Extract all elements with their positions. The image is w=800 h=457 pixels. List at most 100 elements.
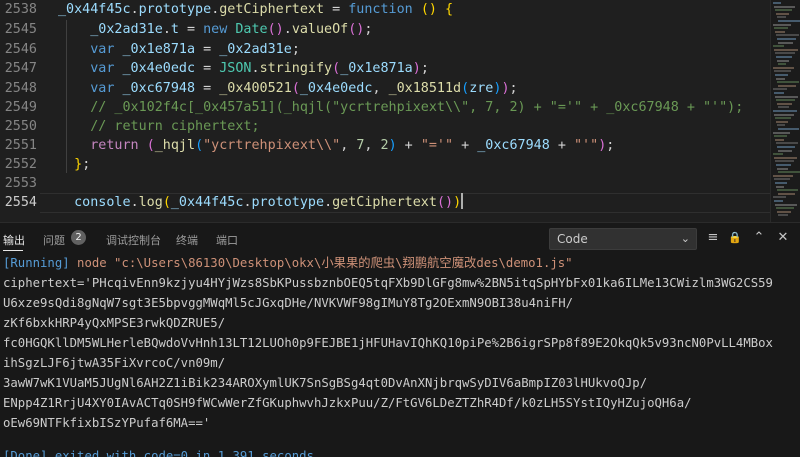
minimap-line [773,2,781,4]
line-number: 2548 [4,81,37,96]
panel-tab-bar: 输出 问题 2 调试控制台 终端 端口 Code ⌄ ≡ 🔒 ⌃ ✕ [0,223,800,253]
running-tag: [Running] [3,256,70,270]
minimap[interactable] [770,0,800,222]
minimap-line [774,156,797,159]
tab-problems[interactable]: 问题 [43,232,65,248]
output-line: ENpp4Z1RrjU4XY0IAvACTq0SH9fWCwWerZfGKuph… [3,396,692,410]
chevron-up-icon[interactable]: ⌃ [750,229,768,247]
code-line: 2551 return (_hqjl("ycrtrehpixext\\", 7,… [0,136,770,156]
minimap-line [774,135,787,138]
line-number: 2550 [4,119,37,134]
problems-count-badge: 2 [71,230,86,245]
code-text: // _0x102f4c[_0x457a51](_hqjl("ycrtrehpi… [90,100,744,115]
minimap-line [777,167,788,170]
minimap-line [776,77,785,80]
minimap-line [778,84,796,87]
minimap-line [773,45,784,48]
minimap-line [773,196,786,199]
minimap-line [778,192,795,195]
output-channel-select[interactable]: Code ⌄ [549,228,697,250]
output-line: oEw69NTFkfixbISzYPufaf6MA==' [3,416,211,430]
minimap-line [774,48,798,51]
code-line: 2538 _0x44f45c.prototype.getCiphertext = … [0,0,770,20]
minimap-line [774,200,783,202]
output-line: 3awW7wK1VUaM5JUgNl6AH2Z1iBik234AROXymlUK… [3,376,648,390]
minimap-line [774,178,790,181]
minimap-line [776,34,799,37]
line-number: 2554 [4,195,37,210]
code-text: return (_hqjl("ycrtrehpixext\\", 7, 2) +… [90,138,615,153]
minimap-line [775,117,791,120]
minimap-line [778,63,786,66]
output-view[interactable]: [Running] node "c:\Users\86130\Desktop\o… [0,253,800,457]
minimap-line [775,182,787,184]
minimap-line [774,113,794,116]
tab-output[interactable]: 输出 [3,232,25,248]
minimap-line [774,70,791,73]
bottom-panel: 输出 问题 2 调试控制台 终端 端口 Code ⌄ ≡ 🔒 ⌃ ✕ [Runn… [0,222,800,457]
minimap-line [773,131,790,134]
minimap-line [778,214,788,217]
minimap-line [777,59,789,62]
running-command: node "c:\Users\86130\Desktop\okx\小果果的爬虫\… [69,256,573,270]
clear-output-icon[interactable]: ≡ [704,229,722,247]
minimap-line [778,149,792,152]
code-editor[interactable]: 2538 _0x44f45c.prototype.getCiphertext = … [0,0,800,222]
minimap-line [777,124,785,127]
minimap-line [774,92,784,94]
minimap-line [777,16,786,19]
minimap-line [773,88,787,91]
minimap-line [776,99,795,102]
minimap-line [773,23,791,26]
minimap-line [778,106,789,109]
lock-icon[interactable]: 🔒 [726,229,744,247]
minimap-line [776,120,788,123]
minimap-line [776,185,784,188]
line-number: 2538 [4,2,37,17]
line-number: 2545 [4,22,37,37]
minimap-line [773,66,794,69]
code-text: console.log(_0x44f45c.prototype.getCiphe… [74,193,464,210]
output-line: ihSgzLJF6jtwA35FiXvrcoC/vn09m/ [3,356,226,370]
line-number: 2552 [4,157,37,172]
code-text: // return ciphertext; [90,119,260,134]
code-line: 2552 }; [0,155,770,175]
code-line: 2547 var _0x4e0edc = JSON.stringify(_0x1… [0,59,770,79]
done-tag: [Done] [3,449,48,457]
minimap-line [777,81,799,84]
minimap-line [776,207,794,210]
code-text: }; [74,157,91,172]
minimap-line [775,160,794,163]
code-line: 2553 [0,174,770,194]
tab-terminal[interactable]: 终端 [176,232,198,248]
close-icon[interactable]: ✕ [774,229,792,247]
text-cursor [461,193,464,209]
code-text: _0x44f45c.prototype.getCiphertext = func… [58,2,454,17]
tab-ports[interactable]: 端口 [216,232,238,248]
indent-guide [66,20,67,173]
minimap-line [776,12,789,15]
minimap-line [775,30,785,33]
output-channel-value: Code [557,232,588,246]
minimap-line [777,38,796,40]
code-text: var _0x1e871a = _0x2ad31e; [90,42,300,57]
line-number: 2553 [4,176,37,191]
code-line: 2550 // return ciphertext; [0,117,770,137]
code-line: 2545 _0x2ad31e.t = new Date().valueOf(); [0,20,770,40]
minimap-line [777,102,792,105]
code-text: var _0x4e0edc = JSON.stringify(_0x1e871a… [90,61,429,76]
minimap-line [775,74,788,76]
line-number: 2547 [4,61,37,76]
code-line: 2546 var _0x1e871a = _0x2ad31e; [0,40,770,60]
output-done-line: [Done] exited with code=0 in 1.391 secon… [3,446,314,457]
output-line: U6xze9sQdi8gNqW7sgt3E5bpvggMWqMl5cJGxqDH… [3,296,574,310]
minimap-line [778,41,793,44]
minimap-line [775,203,797,206]
minimap-line [773,153,783,156]
line-number: 2549 [4,100,37,115]
code-line: 2548 var _0xc67948 = _0x400521(_0x4e0edc… [0,79,770,99]
chevron-down-icon: ⌄ [680,232,690,245]
minimap-line [778,171,800,174]
tab-debug-console[interactable]: 调试控制台 [106,232,161,248]
minimap-line [773,174,793,177]
